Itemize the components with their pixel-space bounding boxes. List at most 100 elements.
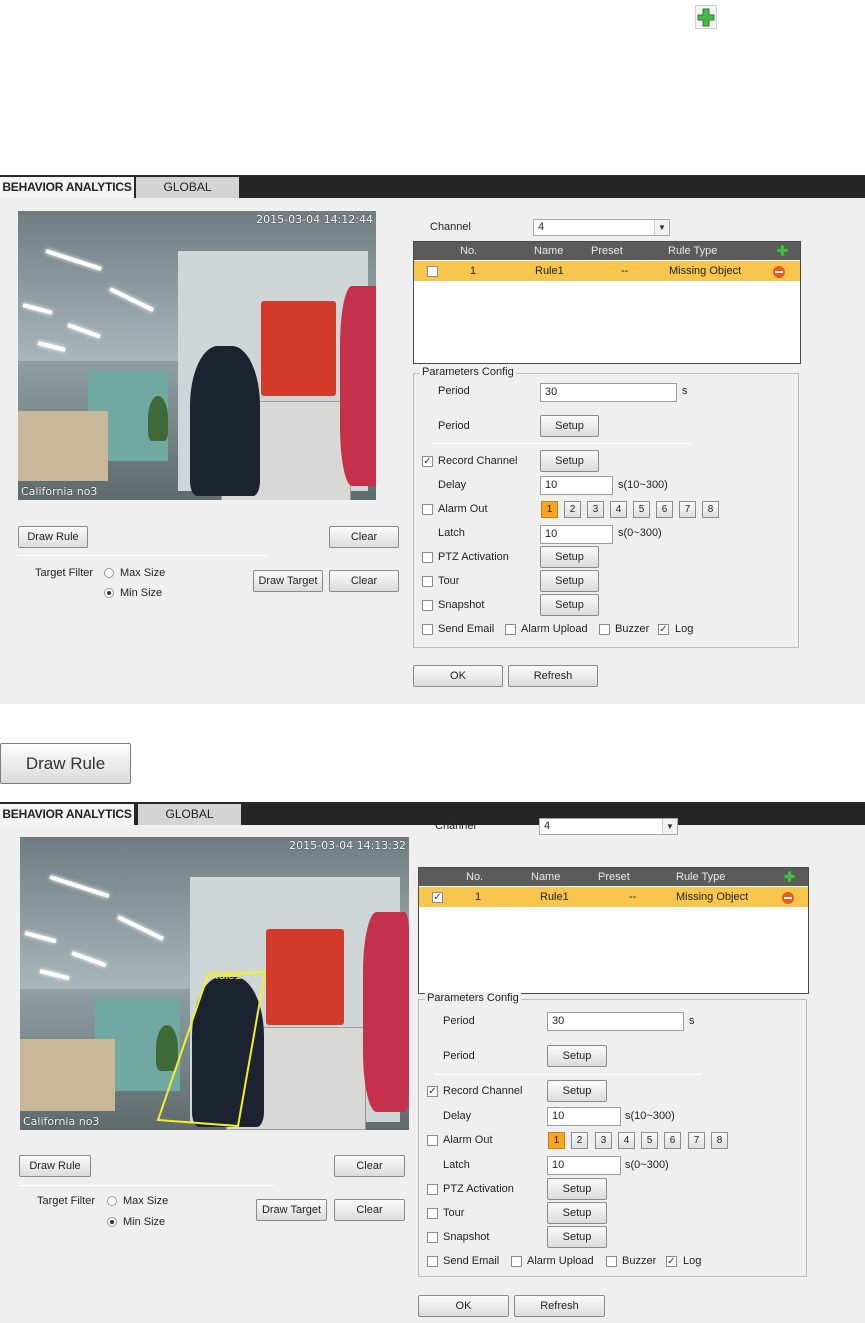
tour-setup-button[interactable]: Setup bbox=[540, 570, 599, 592]
snapshot-checkbox[interactable] bbox=[427, 1232, 438, 1243]
max-size-radio[interactable] bbox=[104, 568, 114, 578]
draw-rule-button[interactable]: Draw Rule bbox=[19, 1155, 91, 1177]
tab-behavior-analytics[interactable]: BEHAVIOR ANALYTICS bbox=[0, 177, 134, 198]
period-setup-button[interactable]: Setup bbox=[547, 1045, 607, 1067]
channel-select[interactable]: 4 ▼ bbox=[539, 818, 678, 835]
log-checkbox[interactable]: ✓ bbox=[666, 1256, 677, 1267]
row-checkbox[interactable] bbox=[427, 266, 438, 277]
ok-button[interactable]: OK bbox=[418, 1295, 509, 1317]
clear-target-button[interactable]: Clear bbox=[329, 570, 399, 592]
alarm-upload-checkbox[interactable] bbox=[511, 1256, 522, 1267]
delete-rule-icon[interactable] bbox=[773, 266, 785, 278]
alarm-out-8[interactable]: 8 bbox=[702, 501, 719, 518]
draw-target-button[interactable]: Draw Target bbox=[256, 1199, 327, 1221]
row-preset: -- bbox=[621, 265, 629, 277]
alarm-out-6[interactable]: 6 bbox=[664, 1132, 681, 1149]
rule-zone-overlay[interactable] bbox=[20, 837, 409, 1130]
alarm-out-3[interactable]: 3 bbox=[595, 1132, 612, 1149]
latch-input[interactable]: 10 bbox=[547, 1156, 621, 1175]
record-setup-button[interactable]: Setup bbox=[547, 1080, 607, 1102]
delay-input[interactable]: 10 bbox=[547, 1107, 621, 1126]
alarm-out-checkbox[interactable] bbox=[427, 1135, 438, 1146]
channel-select[interactable]: 4 ▼ bbox=[533, 219, 670, 236]
alarm-out-1[interactable]: 1 bbox=[548, 1132, 565, 1149]
period-input[interactable]: 30 bbox=[547, 1012, 684, 1031]
add-rule-icon[interactable] bbox=[776, 244, 789, 257]
ptz-checkbox[interactable] bbox=[422, 552, 433, 563]
delete-rule-icon[interactable] bbox=[782, 892, 794, 904]
buzzer-checkbox[interactable] bbox=[599, 624, 610, 635]
alarm-out-7[interactable]: 7 bbox=[679, 501, 696, 518]
alarm-out-2[interactable]: 2 bbox=[571, 1132, 588, 1149]
row-checkbox[interactable]: ✓ bbox=[432, 892, 443, 903]
ptz-checkbox[interactable] bbox=[427, 1184, 438, 1195]
tour-setup-button[interactable]: Setup bbox=[547, 1202, 607, 1224]
alarm-out-4[interactable]: 4 bbox=[618, 1132, 635, 1149]
clear-target-button[interactable]: Clear bbox=[334, 1199, 405, 1221]
col-rule-type: Rule Type bbox=[676, 871, 726, 883]
chevron-down-icon: ▼ bbox=[662, 819, 677, 834]
snapshot-checkbox[interactable] bbox=[422, 600, 433, 611]
buzzer-label: Buzzer bbox=[622, 1255, 657, 1267]
alarm-out-6[interactable]: 6 bbox=[656, 501, 673, 518]
ptz-setup-button[interactable]: Setup bbox=[540, 546, 599, 568]
video-timestamp: 2015-03-04 14:13:32 bbox=[289, 839, 406, 852]
alarm-out-1[interactable]: 1 bbox=[541, 501, 558, 518]
log-checkbox[interactable]: ✓ bbox=[658, 624, 669, 635]
tour-checkbox[interactable] bbox=[422, 576, 433, 587]
delay-label: Delay bbox=[443, 1110, 472, 1122]
max-size-radio[interactable] bbox=[107, 1196, 117, 1206]
latch-label: Latch bbox=[438, 527, 465, 539]
delay-input[interactable]: 10 bbox=[540, 476, 613, 495]
log-label: Log bbox=[675, 623, 694, 635]
tab-behavior-analytics[interactable]: BEHAVIOR ANALYTICS bbox=[0, 804, 134, 825]
snapshot-setup-button[interactable]: Setup bbox=[547, 1226, 607, 1248]
parameters-config-legend: Parameters Config bbox=[420, 366, 516, 378]
tab-global[interactable]: GLOBAL bbox=[136, 177, 239, 198]
record-channel-checkbox[interactable]: ✓ bbox=[427, 1086, 438, 1097]
period-input[interactable]: 30 bbox=[540, 383, 677, 402]
divider bbox=[18, 555, 268, 556]
draw-rule-button[interactable]: Draw Rule bbox=[18, 526, 88, 548]
live-video-feed[interactable]: 2015-03-04 14:12:44 California no3 bbox=[18, 211, 376, 500]
buzzer-checkbox[interactable] bbox=[606, 1256, 617, 1267]
refresh-button[interactable]: Refresh bbox=[514, 1295, 605, 1317]
period-label: Period bbox=[443, 1015, 475, 1027]
row-rule-type: Missing Object bbox=[669, 265, 742, 277]
alarm-out-checkbox[interactable] bbox=[422, 504, 433, 515]
ptz-setup-button[interactable]: Setup bbox=[547, 1178, 607, 1200]
alarm-out-7[interactable]: 7 bbox=[688, 1132, 705, 1149]
ptz-label: PTZ Activation bbox=[443, 1183, 514, 1195]
alarm-out-5[interactable]: 5 bbox=[633, 501, 650, 518]
alarm-out-8[interactable]: 8 bbox=[711, 1132, 728, 1149]
channel-value: 4 bbox=[544, 820, 551, 832]
add-rule-icon[interactable] bbox=[783, 870, 796, 883]
send-email-checkbox[interactable] bbox=[427, 1256, 438, 1267]
live-video-feed[interactable]: Rule1 2015-03-04 14:13:32 California no3 bbox=[20, 837, 409, 1130]
table-row[interactable]: ✓ 1 Rule1 -- Missing Object bbox=[419, 887, 808, 907]
refresh-button[interactable]: Refresh bbox=[508, 665, 598, 687]
clear-rule-button[interactable]: Clear bbox=[329, 526, 399, 548]
alarm-out-4[interactable]: 4 bbox=[610, 501, 627, 518]
period-setup-button[interactable]: Setup bbox=[540, 415, 599, 437]
record-setup-button[interactable]: Setup bbox=[540, 450, 599, 472]
tour-checkbox[interactable] bbox=[427, 1208, 438, 1219]
min-size-radio[interactable] bbox=[107, 1217, 117, 1227]
alarm-out-2[interactable]: 2 bbox=[564, 501, 581, 518]
latch-input[interactable]: 10 bbox=[540, 525, 613, 544]
channel-value: 4 bbox=[538, 221, 545, 233]
alarm-out-5[interactable]: 5 bbox=[641, 1132, 658, 1149]
draw-rule-callout-button[interactable]: Draw Rule bbox=[0, 743, 131, 784]
ok-button[interactable]: OK bbox=[413, 665, 503, 687]
draw-target-button[interactable]: Draw Target bbox=[253, 570, 323, 592]
min-size-radio[interactable] bbox=[104, 588, 114, 598]
alarm-upload-checkbox[interactable] bbox=[505, 624, 516, 635]
row-no: 1 bbox=[470, 265, 477, 277]
table-row[interactable]: 1 Rule1 -- Missing Object bbox=[414, 261, 800, 281]
send-email-checkbox[interactable] bbox=[422, 624, 433, 635]
clear-rule-button[interactable]: Clear bbox=[334, 1155, 405, 1177]
record-channel-checkbox[interactable]: ✓ bbox=[422, 456, 433, 467]
tab-global[interactable]: GLOBAL bbox=[138, 804, 241, 825]
alarm-out-3[interactable]: 3 bbox=[587, 501, 604, 518]
snapshot-setup-button[interactable]: Setup bbox=[540, 594, 599, 616]
